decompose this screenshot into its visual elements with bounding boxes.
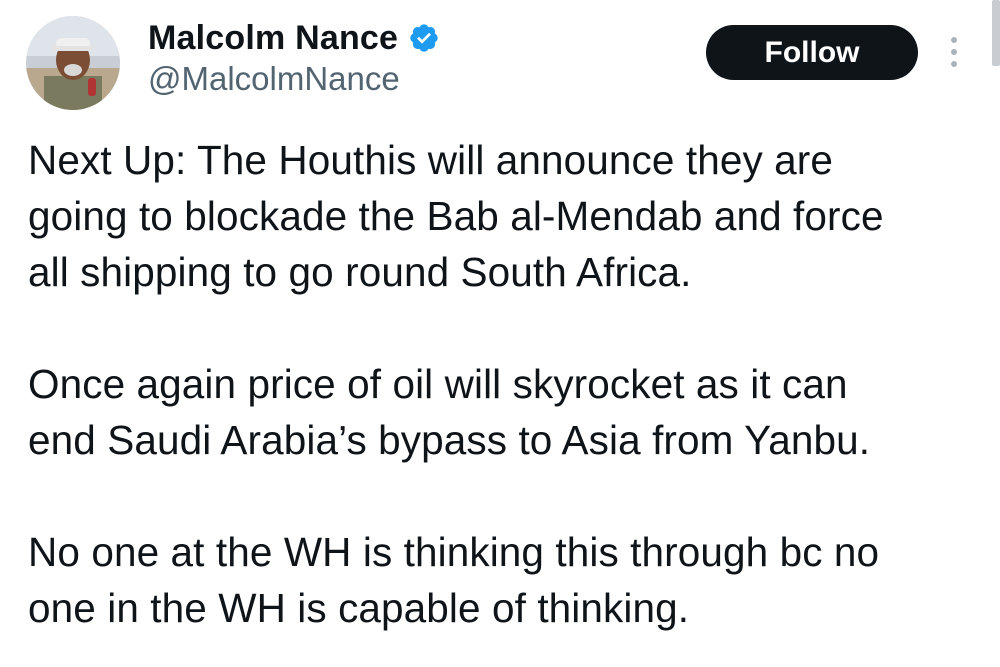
author-name-row: Malcolm Nance — [148, 16, 440, 60]
author-handle[interactable]: @MalcolmNance — [148, 60, 400, 98]
avatar-image — [26, 16, 120, 110]
follow-button[interactable]: Follow — [706, 25, 918, 80]
tweet-paragraph: Once again price of oil will skyrocket a… — [28, 361, 871, 463]
tweet-paragraph: No one at the WH is thinking this throug… — [28, 529, 880, 631]
tweet-text: Next Up: The Houthis will announce they … — [28, 132, 988, 667]
more-options-icon[interactable] — [940, 32, 968, 72]
scrollbar-thumb[interactable] — [992, 0, 1000, 66]
avatar[interactable] — [26, 16, 120, 110]
tweet-card: Malcolm Nance @MalcolmNance Follow Next … — [0, 0, 1000, 667]
tweet-paragraph: Next Up: The Houthis will announce they … — [28, 137, 884, 295]
author-display-name[interactable]: Malcolm Nance — [148, 19, 398, 58]
verified-badge-icon[interactable] — [408, 22, 440, 54]
